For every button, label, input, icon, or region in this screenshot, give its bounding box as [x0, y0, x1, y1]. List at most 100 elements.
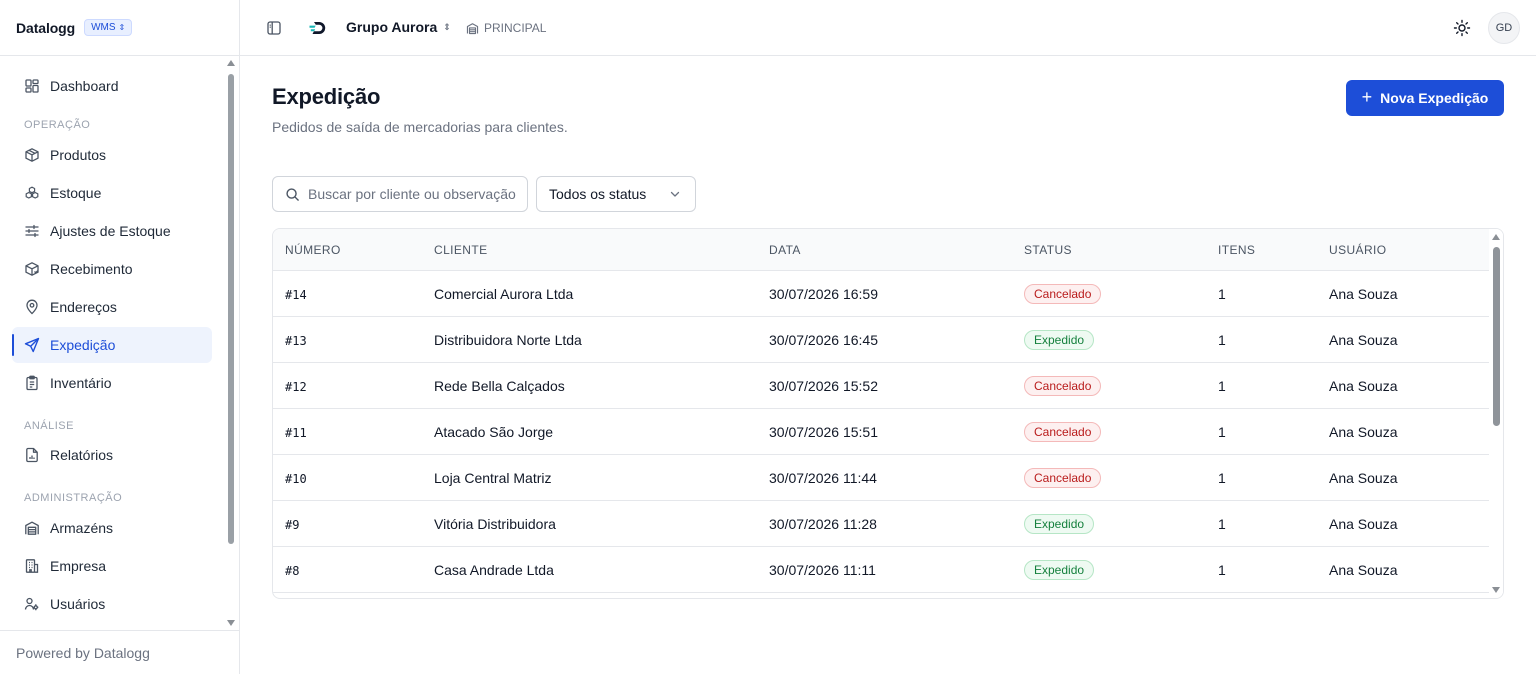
package-receive-icon	[25, 262, 39, 276]
sidebar-toggle-icon[interactable]	[267, 21, 281, 35]
table-row[interactable]: #8 Casa Andrade Ltda 30/07/2026 11:11 Ex…	[273, 547, 1489, 593]
cell-numero: #9	[285, 518, 300, 532]
cell-cliente: Atacado São Jorge	[434, 424, 554, 440]
cell-numero: #12	[285, 380, 307, 394]
status-badge: Cancelado	[1024, 468, 1102, 488]
avatar[interactable]: GD	[1488, 12, 1520, 44]
sidebar-item-label: Relatórios	[50, 447, 114, 463]
table-row[interactable]: #14 Comercial Aurora Ltda 30/07/2026 16:…	[273, 271, 1489, 317]
scrollbar-thumb[interactable]	[1493, 247, 1500, 426]
search-input[interactable]	[308, 186, 527, 202]
cell-cliente: Distribuidora Norte Ltda	[434, 332, 582, 348]
sidebar-item-armazens[interactable]: Armazéns	[12, 510, 212, 546]
cell-data: 30/07/2026 11:28	[769, 516, 877, 532]
column-header-status[interactable]: STATUS	[1024, 243, 1072, 257]
package-icon	[25, 148, 39, 162]
table-row[interactable]: #9 Vitória Distribuidora 30/07/2026 11:2…	[273, 501, 1489, 547]
table-row[interactable]: #10 Loja Central Matriz 30/07/2026 11:44…	[273, 455, 1489, 501]
cell-itens: 1	[1218, 562, 1226, 578]
sidebar-item-enderecos[interactable]: Endereços	[12, 289, 212, 325]
sidebar-item-label: Recebimento	[50, 261, 133, 277]
plus-icon: +	[1361, 87, 1373, 107]
status-badge: Expedido	[1024, 560, 1095, 580]
cell-numero: #14	[285, 288, 307, 302]
page-subtitle: Pedidos de saída de mercadorias para cli…	[272, 119, 568, 135]
module-switcher[interactable]: WMS ⇕	[84, 19, 133, 36]
column-header-cliente[interactable]: CLIENTE	[434, 243, 487, 257]
new-expedicao-button[interactable]: + Nova Expedição	[1346, 80, 1504, 116]
table-scrollbar[interactable]	[1489, 229, 1503, 598]
sidebar-item-label: Estoque	[50, 185, 102, 201]
cell-cliente: Rede Bella Calçados	[434, 378, 565, 394]
cell-usuario: Ana Souza	[1329, 562, 1398, 578]
sidebar-item-ajustes[interactable]: Ajustes de Estoque	[12, 213, 212, 249]
table-row[interactable]: #13 Distribuidora Norte Ltda 30/07/2026 …	[273, 317, 1489, 363]
warehouse-selector[interactable]: PRINCIPAL	[466, 21, 546, 35]
page-title: Expedição	[272, 84, 381, 109]
cell-cliente: Vitória Distribuidora	[434, 516, 556, 532]
scroll-down-arrow-icon[interactable]	[227, 620, 235, 626]
sidebar-item-empresa[interactable]: Empresa	[12, 548, 212, 584]
sun-icon[interactable]	[1452, 18, 1472, 38]
module-badge-label: WMS	[91, 22, 116, 33]
company-switcher[interactable]: Grupo Aurora ⇕	[346, 19, 451, 35]
cell-itens: 1	[1218, 286, 1226, 302]
section-label-operacao: OPERAÇÃO	[24, 119, 91, 131]
chevron-down-icon	[670, 191, 680, 197]
sidebar-item-label: Armazéns	[50, 520, 114, 536]
cell-data: 30/07/2026 11:44	[769, 470, 877, 486]
clipboard-list-icon	[26, 375, 38, 391]
cell-data: 30/07/2026 15:52	[769, 378, 878, 394]
sidebar-item-label: Inventário	[50, 375, 112, 391]
sidebar-item-usuarios[interactable]: Usuários	[12, 586, 212, 622]
search-icon	[286, 187, 299, 201]
file-chart-icon	[26, 447, 38, 463]
sidebar-item-label: Dashboard	[50, 78, 119, 94]
building-icon	[25, 559, 39, 573]
column-header-numero[interactable]: NÚMERO	[285, 243, 341, 257]
scroll-up-arrow-icon[interactable]	[227, 60, 235, 66]
boxes-icon	[25, 186, 39, 199]
table-row[interactable]: #12 Rede Bella Calçados 30/07/2026 15:52…	[273, 363, 1489, 409]
status-badge: Cancelado	[1024, 376, 1102, 396]
cell-usuario: Ana Souza	[1329, 470, 1398, 486]
status-badge: Cancelado	[1024, 284, 1102, 304]
sidebar-item-expedicao[interactable]: Expedição	[12, 327, 212, 363]
sidebar-item-estoque[interactable]: Estoque	[12, 175, 212, 211]
scrollbar-thumb[interactable]	[228, 74, 234, 544]
cell-numero: #10	[285, 472, 307, 486]
cell-itens: 1	[1218, 470, 1226, 486]
sidebar-item-recebimento[interactable]: Recebimento	[12, 251, 212, 287]
column-header-itens[interactable]: ITENS	[1218, 243, 1255, 257]
table-row[interactable]: #11 Atacado São Jorge 30/07/2026 15:51 C…	[273, 409, 1489, 455]
section-label-administracao: ADMINISTRAÇÃO	[24, 492, 123, 504]
sidebar-header: Datalogg WMS ⇕	[0, 0, 239, 56]
scroll-down-arrow-icon[interactable]	[1492, 587, 1500, 593]
cell-itens: 1	[1218, 378, 1226, 394]
sliders-icon	[25, 224, 39, 238]
brand-name: Datalogg	[16, 19, 76, 36]
search-box	[272, 176, 528, 212]
cell-data: 30/07/2026 15:51	[769, 424, 878, 440]
cell-cliente: Casa Andrade Ltda	[434, 562, 554, 578]
scroll-up-arrow-icon[interactable]	[1492, 234, 1500, 240]
status-filter-select[interactable]: Todos os status	[536, 176, 696, 212]
sidebar-nav: Dashboard OPERAÇÃO Produtos Estoque Ajus…	[0, 56, 240, 630]
column-header-usuario[interactable]: USUÁRIO	[1329, 243, 1386, 257]
chevrons-up-down-icon: ⇕	[118, 22, 126, 32]
cell-itens: 1	[1218, 332, 1226, 348]
section-label-analise: ANÁLISE	[24, 420, 74, 432]
sidebar-item-relatorios[interactable]: Relatórios	[12, 437, 212, 473]
sidebar-scrollbar[interactable]	[227, 60, 235, 626]
cell-data: 30/07/2026 16:45	[769, 332, 878, 348]
topbar: Grupo Aurora ⇕ PRINCIPAL GD	[240, 0, 1536, 56]
datalogg-logo-icon	[309, 22, 326, 34]
sidebar-item-label: Produtos	[50, 147, 107, 163]
sidebar-item-inventario[interactable]: Inventário	[12, 365, 212, 401]
cell-cliente: Comercial Aurora Ltda	[434, 286, 574, 302]
sidebar-item-produtos[interactable]: Produtos	[12, 137, 212, 173]
sidebar-item-dashboard[interactable]: Dashboard	[12, 68, 212, 104]
sidebar-item-label: Ajustes de Estoque	[50, 223, 171, 239]
column-header-data[interactable]: DATA	[769, 243, 801, 257]
cell-usuario: Ana Souza	[1329, 424, 1398, 440]
